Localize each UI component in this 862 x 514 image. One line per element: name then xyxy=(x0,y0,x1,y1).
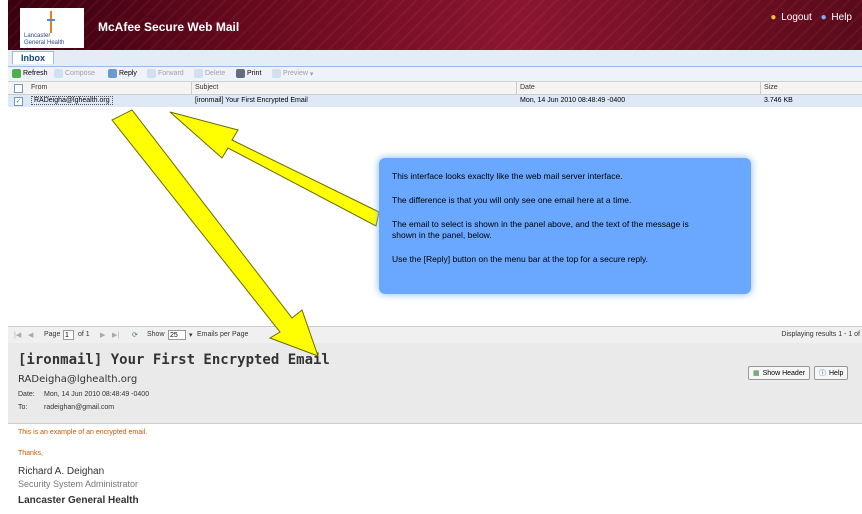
select-all-checkbox[interactable] xyxy=(14,84,23,93)
help-icon: ● xyxy=(820,12,827,23)
toolbar: Refresh Compose Reply Forward Delete Pri… xyxy=(8,67,862,82)
compose-button[interactable]: Compose xyxy=(54,69,95,78)
message-date-value: Mon, 14 Jun 2010 08:48:49 -0400 xyxy=(44,391,150,398)
page: Lancaster General Health McAfee Secure W… xyxy=(0,0,862,514)
message-body: This is an example of an encrypted email… xyxy=(8,424,862,514)
signature-org: Lancaster General Health xyxy=(18,495,139,506)
first-page-icon[interactable]: |◀ xyxy=(14,331,21,339)
col-from[interactable]: From xyxy=(31,84,47,91)
table-row[interactable]: ✓ RADeigha@lghealth.org [ironmail] Your … xyxy=(8,95,862,107)
reply-icon xyxy=(108,69,117,78)
last-page-icon[interactable]: ▶| xyxy=(112,331,119,339)
col-date[interactable]: Date xyxy=(520,84,535,91)
callout-line-3: The email to select is shown in the pane… xyxy=(392,219,689,240)
logout-icon: ● xyxy=(770,12,777,23)
logo-text-line1: Lancaster xyxy=(24,33,51,39)
chevron-down-icon: ▾ xyxy=(309,70,314,78)
row-date: Mon, 14 Jun 2010 08:48:49 -0400 xyxy=(520,97,626,104)
refresh-button[interactable]: Refresh xyxy=(12,69,48,78)
print-button[interactable]: Print xyxy=(236,69,261,78)
message-help-button[interactable]: ⓘ Help xyxy=(814,366,849,380)
logo-text-line2: General Health xyxy=(24,40,65,46)
cross-icon xyxy=(47,11,55,33)
forward-icon xyxy=(147,69,156,78)
row-size: 3.746 KB xyxy=(764,97,793,104)
tab-bar: Inbox xyxy=(8,50,862,67)
page-label: Page xyxy=(44,331,61,338)
logout-link[interactable]: Logout xyxy=(781,12,812,23)
row-checkbox[interactable]: ✓ xyxy=(14,97,23,106)
message-date-label: Date: xyxy=(18,391,35,398)
callout-line-2: The difference is that you will only see… xyxy=(392,195,632,205)
message-header: [ironmail] Your First Encrypted Email RA… xyxy=(8,343,862,424)
top-links: ● Logout ● Help xyxy=(764,12,852,23)
forward-button[interactable]: Forward xyxy=(147,69,184,78)
pager: |◀ ◀ Page of 1 ▶ ▶| ⟳ Show ▾ Emails per … xyxy=(8,326,862,344)
header-icon: ▦ xyxy=(753,370,760,377)
next-page-icon[interactable]: ▶ xyxy=(100,331,105,339)
print-icon xyxy=(236,69,245,78)
body-line: This is an example of an encrypted email… xyxy=(18,429,148,436)
arrow-to-message xyxy=(111,109,319,357)
message-subject: [ironmail] Your First Encrypted Email xyxy=(18,352,330,368)
delete-icon xyxy=(194,69,203,78)
app-title: McAfee Secure Web Mail xyxy=(98,20,240,34)
callout-line-1: This interface looks exaclty like the we… xyxy=(392,171,623,181)
message-to-value: radeighan@gmail.com xyxy=(44,404,115,411)
instruction-callout: This interface looks exaclty like the we… xyxy=(379,158,751,294)
refresh-icon[interactable]: ⟳ xyxy=(132,331,138,339)
prev-page-icon[interactable]: ◀ xyxy=(28,331,33,339)
signature-title: Security System Administrator xyxy=(18,479,139,489)
grid-header: From Subject Date Size xyxy=(8,82,862,95)
message-to-label: To: xyxy=(18,404,28,411)
page-of-label: of 1 xyxy=(78,331,90,338)
chevron-down-icon[interactable]: ▾ xyxy=(189,331,193,339)
page-number-input[interactable] xyxy=(63,330,74,340)
message-sender: RADeigha@lghealth.org xyxy=(18,374,138,385)
show-header-button[interactable]: ▦ Show Header xyxy=(748,366,811,380)
arrow-to-from-field xyxy=(169,111,380,227)
callout-line-4: Use the [Reply] button on the menu bar a… xyxy=(392,254,648,264)
page-size-select[interactable] xyxy=(168,330,186,340)
row-subject: [ironmail] Your First Encrypted Email xyxy=(195,97,308,104)
refresh-icon xyxy=(12,69,21,78)
show-label: Show xyxy=(147,331,165,338)
compose-icon xyxy=(54,69,63,78)
results-count: Displaying results 1 - 1 of xyxy=(781,331,860,338)
header-banner: Lancaster General Health McAfee Secure W… xyxy=(8,0,862,50)
preview-button[interactable]: Preview ▾ xyxy=(272,69,313,78)
body-thanks: Thanks, xyxy=(18,450,43,457)
tab-inbox[interactable]: Inbox xyxy=(12,51,54,64)
signature-name: Richard A. Deighan xyxy=(18,466,105,477)
delete-button[interactable]: Delete xyxy=(194,69,225,78)
col-size[interactable]: Size xyxy=(764,84,778,91)
lgh-logo: Lancaster General Health xyxy=(20,8,84,48)
col-subject[interactable]: Subject xyxy=(195,84,218,91)
per-page-label: Emails per Page xyxy=(197,331,249,338)
help-link[interactable]: Help xyxy=(831,12,852,23)
reply-button[interactable]: Reply xyxy=(108,69,137,78)
help-icon: ⓘ xyxy=(819,370,826,377)
row-from: RADeigha@lghealth.org xyxy=(31,96,113,105)
preview-icon xyxy=(272,69,281,78)
